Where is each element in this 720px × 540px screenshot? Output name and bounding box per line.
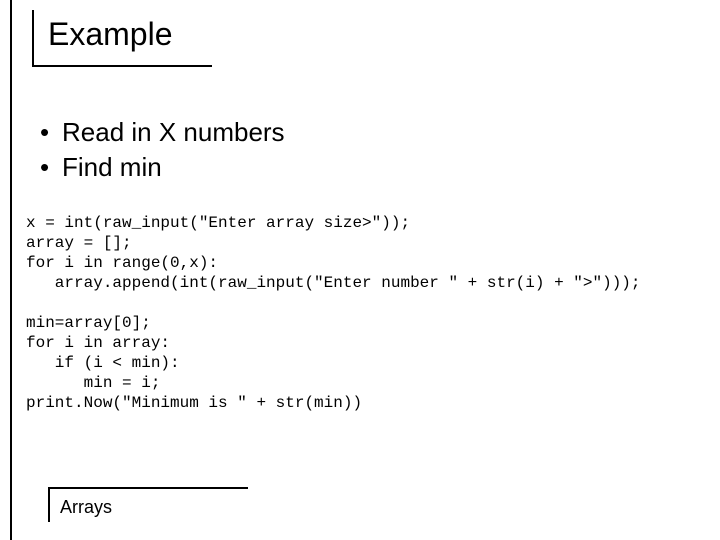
code-block-1: x = int(raw_input("Enter array size>"));…	[26, 213, 710, 293]
footer-label: Arrays	[48, 487, 248, 522]
bullet-dot-icon: •	[40, 150, 62, 185]
title-underline-box: Example	[32, 10, 212, 67]
code-block-2: min=array[0]; for i in array: if (i < mi…	[26, 313, 710, 413]
title-container: Example	[32, 10, 710, 67]
bullet-item: • Read in X numbers	[40, 115, 710, 150]
bullet-list: • Read in X numbers • Find min	[40, 115, 710, 185]
bullet-text: Read in X numbers	[62, 115, 285, 150]
bullet-dot-icon: •	[40, 115, 62, 150]
footer-container: Arrays	[48, 487, 248, 522]
bullet-text: Find min	[62, 150, 162, 185]
bullet-item: • Find min	[40, 150, 710, 185]
slide: Example • Read in X numbers • Find min x…	[10, 0, 710, 540]
slide-title: Example	[48, 16, 198, 53]
